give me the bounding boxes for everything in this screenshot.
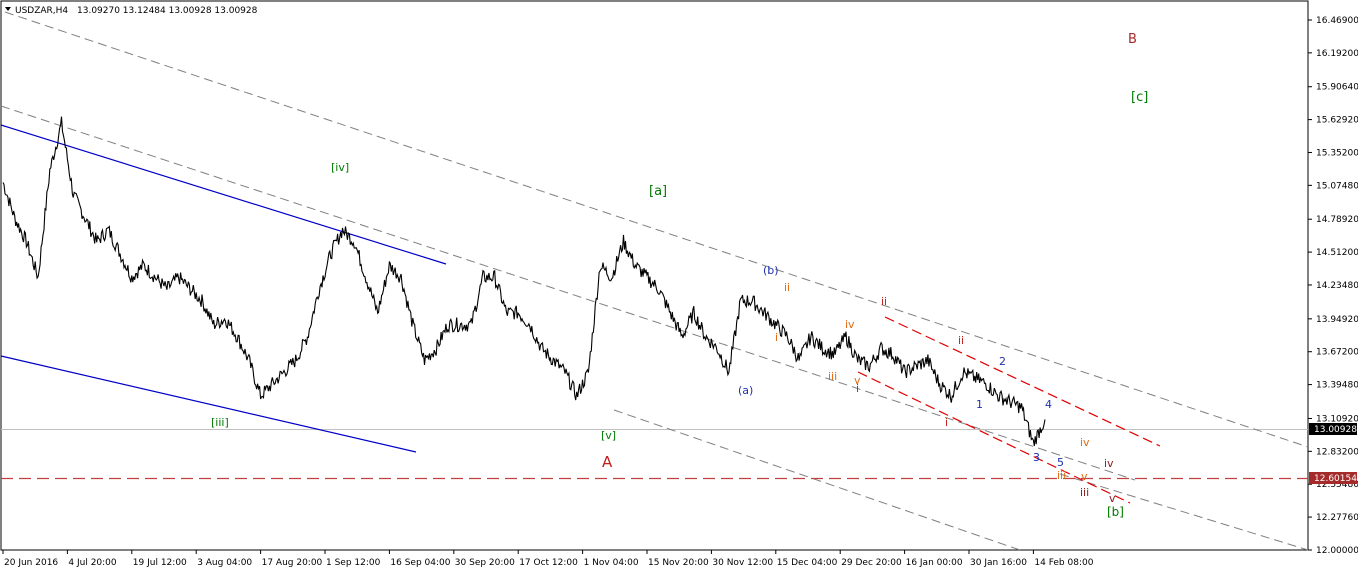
red-channel <box>1 316 1308 504</box>
x-tick-label: 16 Sep 04:00 <box>390 558 450 568</box>
wave-label-iii-bracket: [iii] <box>211 416 229 429</box>
channel-line-lower-2 <box>1059 473 1309 551</box>
x-tick-label: 17 Aug 20:00 <box>262 558 323 568</box>
wave-label-i1: i <box>775 331 778 344</box>
x-tick-label: 16 Jan 00:00 <box>906 558 963 568</box>
wave-label-n1: 1 <box>976 398 983 411</box>
y-tick-label: 12.00000 <box>1316 546 1358 556</box>
wave-label-iv-bracket: [iv] <box>331 161 349 174</box>
x-axis: 20 Jun 2016 4 Jul 20:00 19 Jul 12:00 3 Aug … <box>2 550 1094 568</box>
y-tick-label: 16.46900 <box>1316 16 1358 26</box>
chart-area[interactable]: [iv] [a] B [c] [iii] [v] A (a) (b) i ii … <box>0 0 1358 573</box>
wave-label-iii2: iii <box>1057 469 1066 482</box>
wave-label-v2: v <box>1081 470 1088 483</box>
x-tick-label: 15 Nov 20:00 <box>648 558 709 568</box>
y-tick-label: 14.78920 <box>1316 215 1358 225</box>
wave-label-i2: i <box>856 382 859 395</box>
x-tick-label: 3 Aug 04:00 <box>197 558 252 568</box>
wave-label-iii1: iii <box>828 370 837 383</box>
wave-label-n3: 3 <box>1033 451 1040 464</box>
y-tick-label: 14.51200 <box>1316 248 1358 258</box>
y-tick-label: 14.23480 <box>1316 281 1358 291</box>
x-tick-label: 30 Sep 20:00 <box>455 558 515 568</box>
channel-line-middle <box>0 105 1136 481</box>
blue-channel-upper <box>0 124 447 265</box>
wave-label-a-paren: (a) <box>738 384 753 397</box>
y-tick-label: 16.19200 <box>1316 49 1358 59</box>
x-tick-label: 4 Jul 20:00 <box>68 558 117 568</box>
wave-label-ii1: ii <box>784 281 790 294</box>
y-tick-label: 13.94920 <box>1316 315 1358 325</box>
wave-label-c-bracket: [c] <box>1131 90 1148 105</box>
x-tick-label: 30 Jan 16:00 <box>970 558 1027 568</box>
wave-labels: [iv] [a] B [c] [iii] [v] A (a) (b) i ii … <box>211 32 1148 519</box>
wave-label-n4: 4 <box>1045 398 1052 411</box>
x-tick-label: 1 Sep 12:00 <box>326 558 381 568</box>
wave-label-b-bracket: [b] <box>1107 505 1124 519</box>
wave-label-iv2: iv <box>1080 436 1090 449</box>
channel-line-lower <box>613 409 1021 551</box>
x-tick-label: 17 Oct 12:00 <box>519 558 578 568</box>
y-tick-label: 13.10920 <box>1316 414 1358 424</box>
y-tick-label: 12.83200 <box>1316 447 1358 457</box>
wave-label-ii2: ii <box>881 295 887 308</box>
wave-label-ii3: ii <box>958 334 964 347</box>
ohlc-values: 13.09270 13.12484 13.00928 13.00928 <box>77 6 258 16</box>
red-channel-upper <box>884 316 1161 447</box>
x-tick-label: 15 Dec 04:00 <box>777 558 838 568</box>
blue-channel-lower <box>0 355 417 453</box>
y-tick-label: 15.07480 <box>1316 181 1358 191</box>
wave-label-b-letter: B <box>1128 32 1137 47</box>
x-tick-label: 29 Dec 20:00 <box>841 558 902 568</box>
x-tick-label: 19 Jul 12:00 <box>133 558 187 568</box>
level-price-tag-text: 12.60154 <box>1314 474 1357 484</box>
x-tick-label: 20 Jun 2016 <box>4 558 58 568</box>
y-tick-label: 15.90640 <box>1316 83 1358 93</box>
current-price-tag-text: 13.00928 <box>1314 425 1357 435</box>
x-tick-label: 30 Nov 12:00 <box>712 558 773 568</box>
wave-label-b-paren: (b) <box>763 264 779 277</box>
y-tick-label: 15.35200 <box>1316 148 1358 158</box>
x-tick-label: 14 Feb 08:00 <box>1034 558 1093 568</box>
price-chart[interactable]: [iv] [a] B [c] [iii] [v] A (a) (b) i ii … <box>0 0 1358 573</box>
triangle-down-icon[interactable] <box>5 7 11 11</box>
y-tick-label: 12.27760 <box>1316 513 1358 523</box>
wave-label-v3: v <box>1109 492 1116 505</box>
x-tick-label: 1 Nov 04:00 <box>584 558 639 568</box>
level-price-tag: 12.60154 <box>1309 472 1357 484</box>
wave-label-iv1: iv <box>845 318 855 331</box>
channel-line-upper <box>4 11 1309 448</box>
chart-header: USDZAR,H4 13.09270 13.12484 13.00928 13.… <box>5 6 258 16</box>
current-price-tag: 13.00928 <box>1309 423 1357 435</box>
wave-label-iii3: iii <box>1080 486 1089 499</box>
wave-label-n5: 5 <box>1057 456 1064 469</box>
wave-label-n2: 2 <box>999 355 1006 368</box>
blue-channel <box>0 124 447 453</box>
y-tick-label: 13.39480 <box>1316 381 1358 391</box>
y-tick-label: 15.62920 <box>1316 116 1358 126</box>
wave-label-iv3: iv <box>1104 457 1114 470</box>
wave-label-a-letter: A <box>602 453 613 471</box>
price-series-line <box>2 116 1046 446</box>
wave-label-i3: i <box>945 416 948 429</box>
y-tick-label: 13.67200 <box>1316 348 1358 358</box>
symbol-label: USDZAR,H4 <box>15 6 68 16</box>
wave-label-a-bracket: [a] <box>649 184 667 199</box>
wave-label-v-bracket: [v] <box>601 429 616 442</box>
